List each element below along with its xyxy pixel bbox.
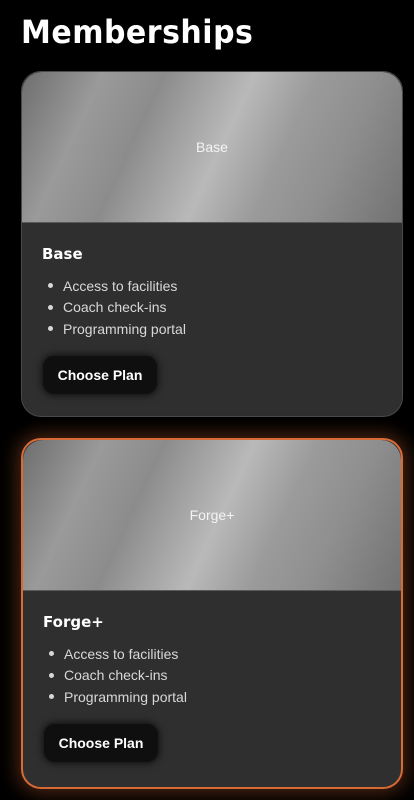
feature-list: Access to facilities Coach check-ins Pro… <box>49 643 381 708</box>
feature-label: Coach check-ins <box>63 299 167 316</box>
plan-body: Forge+ Access to facilities Coach check-… <box>23 591 401 763</box>
bullet-icon <box>49 651 54 657</box>
bullet-icon <box>49 694 54 700</box>
feature-label: Access to facilities <box>64 645 179 662</box>
feature-label: Programming portal <box>63 320 186 337</box>
plan-body: Base Access to facilities Coach check-in… <box>22 223 402 395</box>
feature-item: Programming portal <box>49 686 381 708</box>
plan-image-label: Base <box>196 139 228 155</box>
plan-image: Forge+ <box>23 440 401 591</box>
plan-image: Base <box>22 72 402 223</box>
plan-card-base: Base Base Access to facilities Coach che… <box>21 71 403 417</box>
feature-label: Programming portal <box>64 688 187 705</box>
feature-item: Coach check-ins <box>48 297 382 319</box>
page-title: Memberships <box>21 14 254 52</box>
bullet-icon <box>48 304 53 310</box>
plan-name: Forge+ <box>43 613 104 631</box>
choose-plan-button[interactable]: Choose Plan <box>43 722 159 763</box>
plan-name: Base <box>42 245 83 263</box>
feature-item: Access to facilities <box>48 275 382 297</box>
feature-label: Access to facilities <box>63 277 178 294</box>
bullet-icon <box>48 326 53 332</box>
feature-item: Access to facilities <box>49 643 381 665</box>
plan-image-label: Forge+ <box>189 507 235 523</box>
feature-item: Programming portal <box>48 318 382 340</box>
plan-card-forge-plus: Forge+ Forge+ Access to facilities Coach… <box>21 438 403 789</box>
feature-label: Coach check-ins <box>64 667 168 684</box>
bullet-icon <box>49 672 54 678</box>
choose-plan-button[interactable]: Choose Plan <box>42 354 158 395</box>
feature-item: Coach check-ins <box>49 665 381 687</box>
feature-list: Access to facilities Coach check-ins Pro… <box>48 275 382 340</box>
bullet-icon <box>48 283 53 289</box>
